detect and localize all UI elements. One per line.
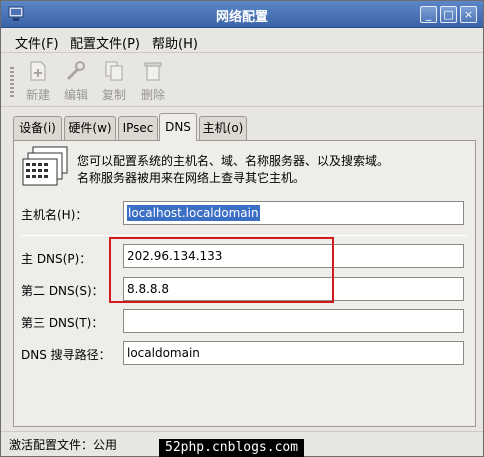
tab-hardware[interactable]: 硬件(w): [64, 116, 116, 140]
tertiary-dns-label: 第三 DNS(T)：: [21, 316, 104, 330]
copy-button[interactable]: 复制: [96, 59, 132, 103]
menu-file[interactable]: 文件(F): [15, 33, 59, 52]
new-icon: [30, 61, 46, 81]
watermark: 52php.cnblogs.com: [159, 439, 305, 457]
toolbar: 新建 编辑 复制 删除: [1, 53, 483, 107]
edit-label: 编辑: [63, 88, 88, 102]
new-button[interactable]: 新建: [20, 59, 56, 103]
active-profile-status: 激活配置文件：公用: [9, 438, 118, 452]
close-button[interactable]: ×: [460, 6, 477, 23]
tertiary-dns-input[interactable]: [123, 309, 464, 333]
dns-search-path-label: DNS 搜寻路径：: [21, 348, 111, 362]
menu-profile[interactable]: 配置文件(P): [70, 33, 140, 52]
minimize-button[interactable]: _: [420, 6, 437, 23]
hostname-input[interactable]: localhost.localdomain: [123, 201, 464, 225]
trash-icon: [144, 62, 162, 81]
tab-ipsec[interactable]: IPsec: [118, 116, 158, 140]
tab-dns[interactable]: DNS: [159, 113, 197, 141]
tab-hosts[interactable]: 主机(o): [199, 116, 247, 140]
menu-bar: 文件(F) 配置文件(P) 帮助(H): [1, 28, 483, 53]
network-config-window: 网络配置 _ □ × 文件(F) 配置文件(P) 帮助(H) 新建 编辑 复制 …: [0, 0, 484, 457]
delete-label: 删除: [140, 88, 165, 102]
description-line-1: 您可以配置系统的主机名、域、名称服务器、以及搜索域。: [77, 154, 390, 168]
delete-button[interactable]: 删除: [135, 59, 171, 103]
toolbar-grip[interactable]: [10, 67, 14, 97]
window-title: 网络配置: [215, 10, 268, 25]
secondary-dns-label: 第二 DNS(S)：: [21, 284, 104, 298]
server-list-icon: [22, 146, 68, 186]
red-highlight-box: [109, 237, 334, 303]
edit-icon: [66, 61, 85, 81]
separator: [21, 235, 467, 236]
tab-devices[interactable]: 设备(i): [13, 116, 62, 140]
maximize-button[interactable]: □: [440, 6, 457, 23]
edit-button[interactable]: 编辑: [58, 59, 94, 103]
copy-icon: [105, 61, 123, 81]
menu-help[interactable]: 帮助(H): [152, 33, 198, 52]
primary-dns-label: 主 DNS(P)：: [21, 252, 92, 266]
hostname-value: localhost.localdomain: [127, 205, 260, 221]
dns-description: 您可以配置系统的主机名、域、名称服务器、以及搜索域。 名称服务器被用来在网络上查…: [77, 153, 389, 187]
description-line-2: 名称服务器被用来在网络上查寻其它主机。: [77, 171, 306, 185]
dns-search-path-input[interactable]: localdomain: [123, 341, 464, 365]
copy-label: 复制: [101, 88, 126, 102]
hostname-label: 主机名(H)：: [21, 208, 88, 222]
new-label: 新建: [25, 88, 50, 102]
title-bar[interactable]: 网络配置 _ □ ×: [1, 1, 483, 28]
